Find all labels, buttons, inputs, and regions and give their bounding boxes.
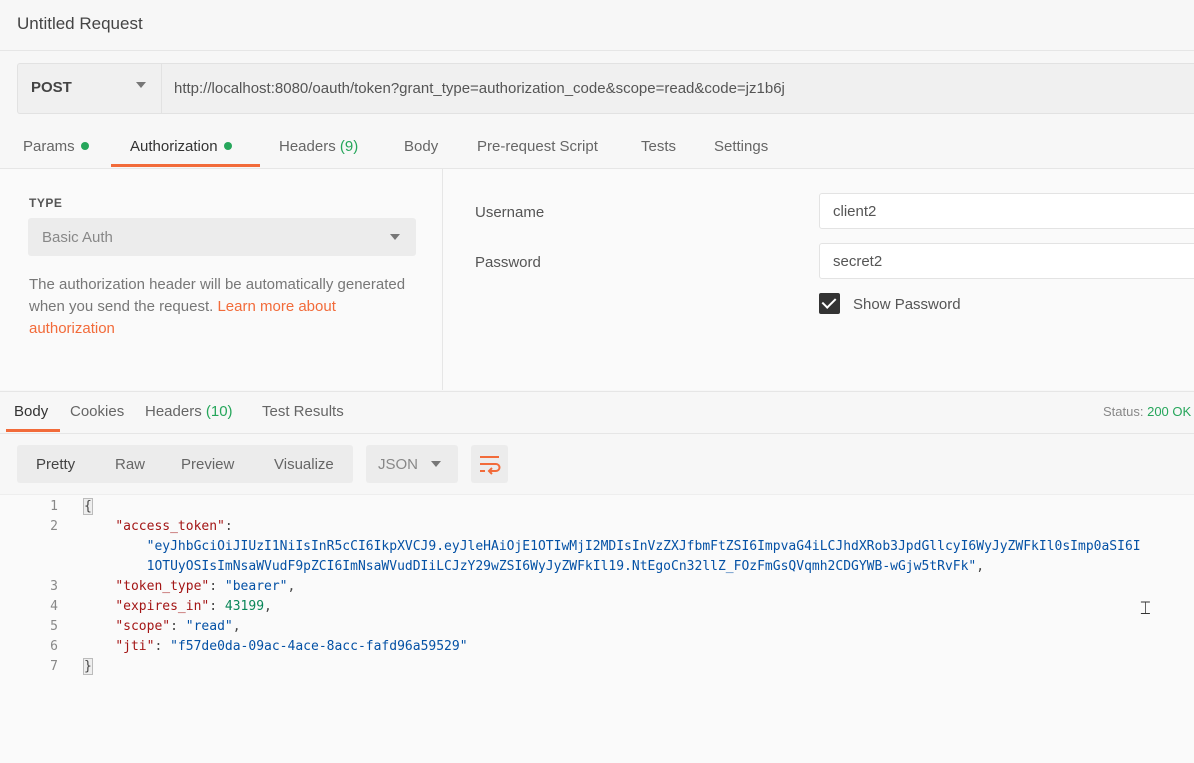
view-mode-pretty[interactable]: Pretty: [36, 456, 75, 473]
url-value: http://localhost:8080/oauth/token?grant_…: [174, 80, 785, 97]
line-number: 4: [50, 599, 58, 614]
method-select[interactable]: POST: [17, 63, 162, 114]
view-mode-group: Pretty Raw Preview Visualize: [17, 445, 353, 483]
status-dot-icon: [223, 142, 232, 150]
line-number: 1: [50, 499, 58, 514]
auth-description: The authorization header will be automat…: [29, 274, 409, 340]
json-key: "jti": [115, 639, 155, 654]
chevron-down-icon: [431, 461, 441, 467]
line-number: 5: [50, 619, 58, 634]
json-string: "bearer": [224, 579, 288, 594]
response-status: Status: 200 OK: [1103, 404, 1191, 419]
status-dot-icon: [80, 142, 89, 150]
type-label: TYPE: [29, 196, 63, 210]
json-key: "token_type": [115, 579, 210, 594]
status-label: Status:: [1103, 404, 1144, 419]
request-title[interactable]: Untitled Request: [17, 14, 143, 34]
tab-response-body[interactable]: Body: [14, 403, 48, 420]
code-line: "expires_in": 43199,: [115, 599, 272, 614]
auth-credentials-panel: Username client2 Password secret2 Show P…: [443, 169, 1194, 390]
tab-response-headers-label: Headers: [145, 403, 202, 420]
json-string: "f57de0da-09ac-4ace-8acc-fafd96a59529": [170, 639, 468, 654]
method-value: POST: [31, 79, 72, 96]
tab-response-headers[interactable]: Headers (10): [145, 403, 233, 420]
show-password-checkbox[interactable]: [819, 293, 840, 314]
tab-settings[interactable]: Settings: [714, 138, 768, 155]
format-select[interactable]: JSON: [366, 445, 458, 483]
active-tab-indicator: [111, 164, 260, 167]
chevron-down-icon: [390, 234, 400, 240]
view-mode-preview[interactable]: Preview: [181, 456, 234, 473]
code-line: "jti": "f57de0da-09ac-4ace-8acc-fafd96a5…: [115, 639, 468, 654]
tab-response-headers-count: (10): [205, 403, 233, 420]
username-value: client2: [833, 203, 877, 220]
tab-authorization[interactable]: Authorization: [130, 138, 232, 155]
code-line: }: [83, 658, 93, 675]
code-line: "eyJhbGciOiJIUzI1NiIsInR5cCI6IkpXVCJ9.ey…: [84, 539, 1141, 554]
line-number: 6: [50, 639, 58, 654]
auth-type-panel: TYPE Basic Auth The authorization header…: [0, 169, 443, 390]
line-number: 2: [50, 519, 58, 534]
tab-authorization-label: Authorization: [130, 138, 218, 155]
wrap-lines-button[interactable]: [471, 445, 508, 483]
title-bar: Untitled Request: [0, 0, 1194, 51]
tab-params-label: Params: [23, 138, 75, 155]
json-string: "read": [185, 619, 233, 634]
json-key: "scope": [115, 619, 171, 634]
password-label: Password: [475, 254, 541, 271]
auth-type-select[interactable]: Basic Auth: [28, 218, 416, 256]
json-string: 1OTUyOSIsImNsaWVudF9pZCI6ImNsaWVudDIiLCJ…: [146, 559, 977, 574]
code-line: "access_token":: [115, 519, 233, 534]
view-mode-visualize[interactable]: Visualize: [274, 456, 334, 473]
json-key: "expires_in": [115, 599, 210, 614]
text-cursor-icon: ⌶: [1140, 598, 1151, 619]
status-value: 200 OK: [1147, 404, 1192, 419]
response-body-viewer[interactable]: 1 2 3 4 5 6 7 { "access_token": "eyJhbGc…: [0, 494, 1194, 763]
view-mode-raw[interactable]: Raw: [115, 456, 145, 473]
url-input[interactable]: http://localhost:8080/oauth/token?grant_…: [161, 63, 1194, 114]
tab-body[interactable]: Body: [404, 138, 438, 155]
tab-tests[interactable]: Tests: [641, 138, 676, 155]
line-number: 3: [50, 579, 58, 594]
code-line: "scope": "read",: [115, 619, 241, 634]
code-line: "token_type": "bearer",: [115, 579, 296, 594]
tab-test-results[interactable]: Test Results: [262, 403, 344, 420]
request-tabs: Params Authorization Headers (9) Body Pr…: [0, 128, 1194, 169]
format-value: JSON: [378, 456, 419, 473]
tab-prerequest-script[interactable]: Pre-request Script: [477, 138, 598, 155]
password-field[interactable]: secret2: [819, 243, 1194, 279]
tab-headers-count: (9): [339, 138, 359, 155]
active-tab-indicator: [6, 429, 60, 432]
wrap-lines-icon: [480, 456, 501, 475]
auth-type-value: Basic Auth: [42, 229, 113, 246]
password-value: secret2: [833, 253, 883, 270]
json-number: 43199: [224, 599, 265, 614]
tab-params[interactable]: Params: [23, 138, 89, 155]
line-number: 7: [50, 659, 58, 674]
json-key: "access_token": [115, 519, 225, 534]
show-password-label[interactable]: Show Password: [853, 296, 961, 313]
tab-cookies[interactable]: Cookies: [70, 403, 124, 420]
username-field[interactable]: client2: [819, 193, 1194, 229]
close-brace: }: [83, 658, 93, 675]
json-string: "eyJhbGciOiJIUzI1NiIsInR5cCI6IkpXVCJ9.ey…: [146, 539, 1141, 554]
checkmark-icon: [821, 294, 837, 309]
code-line: 1OTUyOSIsImNsaWVudF9pZCI6ImNsaWVudDIiLCJ…: [146, 559, 985, 574]
tab-headers[interactable]: Headers (9): [279, 138, 358, 155]
code-line: {: [83, 498, 93, 515]
username-label: Username: [475, 204, 545, 221]
open-brace: {: [83, 498, 93, 515]
response-tabs: Body Cookies Headers (10) Test Results S…: [0, 391, 1194, 434]
chevron-down-icon: [136, 82, 146, 88]
tab-headers-label: Headers: [279, 138, 336, 155]
